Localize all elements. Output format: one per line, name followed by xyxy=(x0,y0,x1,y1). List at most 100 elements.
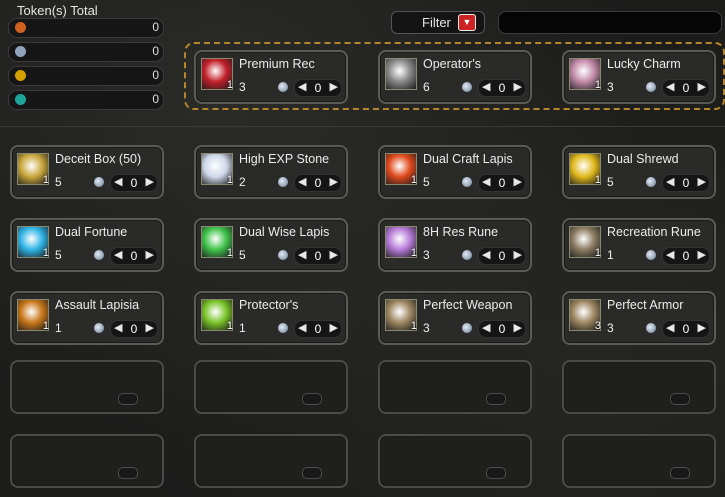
quantity-stepper[interactable]: ◀ 0 ▶ xyxy=(110,247,158,265)
quantity-stepper[interactable]: ◀ 0 ▶ xyxy=(294,79,342,97)
item-stock: 2 xyxy=(239,175,246,189)
filter-button[interactable]: Filter ▼ xyxy=(391,11,485,34)
increase-arrow-icon[interactable]: ▶ xyxy=(698,248,706,261)
icon-quantity: 1 xyxy=(226,247,233,259)
icon-quantity: 1 xyxy=(226,320,233,332)
empty-slot-knob xyxy=(302,393,322,405)
silver-token-icon xyxy=(462,82,472,92)
shop-item-slot[interactable]: 3 Perfect Armor 3 ◀ 0 ▶ xyxy=(562,291,716,345)
icon-quantity: 1 xyxy=(42,247,49,259)
shop-item-slot[interactable]: 1 High EXP Stone 2 ◀ 0 ▶ xyxy=(194,145,348,199)
shop-item-slot[interactable]: 1 Dual Fortune 5 ◀ 0 ▶ xyxy=(10,218,164,272)
quantity-stepper[interactable]: ◀ 0 ▶ xyxy=(294,174,342,192)
empty-item-slot xyxy=(562,434,716,488)
search-input[interactable] xyxy=(498,11,722,34)
green-gem-icon: 1 xyxy=(201,226,233,259)
yellow-gem-icon: 1 xyxy=(569,153,601,186)
shop-item-slot[interactable]: 1 Protector's 1 ◀ 0 ▶ xyxy=(194,291,348,345)
orange-token-icon xyxy=(15,22,26,33)
shop-item-slot[interactable]: 1 Dual Craft Lapis 5 ◀ 0 ▶ xyxy=(378,145,532,199)
shop-item-slot[interactable]: 1 Dual Wise Lapis 5 ◀ 0 ▶ xyxy=(194,218,348,272)
shop-item-slot[interactable]: 1 Assault Lapisia 1 ◀ 0 ▶ xyxy=(10,291,164,345)
token-count: 0 xyxy=(152,20,159,34)
empty-item-slot xyxy=(378,434,532,488)
increase-arrow-icon[interactable]: ▶ xyxy=(146,175,154,188)
token-row-silver: 0 xyxy=(8,42,164,62)
coin-rune-icon: 1 xyxy=(569,226,601,259)
increase-arrow-icon[interactable]: ▶ xyxy=(698,321,706,334)
increase-arrow-icon[interactable]: ▶ xyxy=(330,80,338,93)
item-name: Perfect Weapon xyxy=(423,298,513,312)
filter-dropdown-icon[interactable]: ▼ xyxy=(458,14,476,31)
shop-item-slot[interactable]: 1 Dual Shrewd 5 ◀ 0 ▶ xyxy=(562,145,716,199)
shop-item-slot[interactable]: 1 8H Res Rune 3 ◀ 0 ▶ xyxy=(378,218,532,272)
item-name: High EXP Stone xyxy=(239,152,330,166)
shop-item-slot[interactable]: 1 Deceit Box (50) 5 ◀ 0 ▶ xyxy=(10,145,164,199)
orange-egg-icon: 1 xyxy=(17,299,49,332)
silver-token-icon xyxy=(646,177,656,187)
icon-quantity: 1 xyxy=(42,174,49,186)
empty-item-slot xyxy=(10,434,164,488)
item-name: Recreation Rune xyxy=(607,225,701,239)
increase-arrow-icon[interactable]: ▶ xyxy=(514,321,522,334)
icon-quantity: 1 xyxy=(410,247,417,259)
item-stock: 3 xyxy=(239,80,246,94)
icon-quantity: 1 xyxy=(410,320,417,332)
quantity-stepper[interactable]: ◀ 0 ▶ xyxy=(662,79,710,97)
featured-item-slot[interactable]: Operator's 6 ◀ 0 ▶ xyxy=(378,50,532,104)
icon-quantity: 1 xyxy=(594,247,601,259)
token-row-gold: 0 xyxy=(8,66,164,86)
silver-token-icon xyxy=(462,177,472,187)
treasure-chest-icon: 1 xyxy=(17,153,49,186)
featured-item-slot[interactable]: 1 Lucky Charm 3 ◀ 0 ▶ xyxy=(562,50,716,104)
quantity-stepper[interactable]: ◀ 0 ▶ xyxy=(662,247,710,265)
quantity-stepper[interactable]: ◀ 0 ▶ xyxy=(110,174,158,192)
quantity-stepper[interactable]: ◀ 0 ▶ xyxy=(478,174,526,192)
icon-quantity: 1 xyxy=(410,174,417,186)
purple-rune-icon: 1 xyxy=(385,226,417,259)
increase-arrow-icon[interactable]: ▶ xyxy=(514,248,522,261)
token-count: 0 xyxy=(152,44,159,58)
icon-quantity: 1 xyxy=(226,79,233,91)
increase-arrow-icon[interactable]: ▶ xyxy=(330,248,338,261)
empty-slot-knob xyxy=(486,467,506,479)
token-row-orange: 0 xyxy=(8,18,164,38)
section-divider xyxy=(0,126,725,127)
quantity-stepper[interactable]: ◀ 0 ▶ xyxy=(294,320,342,338)
quantity-stepper[interactable]: ◀ 0 ▶ xyxy=(662,320,710,338)
quantity-stepper[interactable]: ◀ 0 ▶ xyxy=(478,247,526,265)
increase-arrow-icon[interactable]: ▶ xyxy=(330,175,338,188)
increase-arrow-icon[interactable]: ▶ xyxy=(698,175,706,188)
gold-token-icon xyxy=(15,70,26,81)
quantity-stepper[interactable]: ◀ 0 ▶ xyxy=(110,320,158,338)
crossed-swords-icon: 1 xyxy=(385,299,417,332)
featured-item-slot[interactable]: 1 Premium Rec 3 ◀ 0 ▶ xyxy=(194,50,348,104)
quantity-stepper[interactable]: ◀ 0 ▶ xyxy=(662,174,710,192)
item-name: Perfect Armor xyxy=(607,298,684,312)
quantity-stepper[interactable]: ◀ 0 ▶ xyxy=(478,320,526,338)
empty-slot-knob xyxy=(302,467,322,479)
increase-arrow-icon[interactable]: ▶ xyxy=(330,321,338,334)
increase-arrow-icon[interactable]: ▶ xyxy=(514,175,522,188)
item-stock: 3 xyxy=(423,321,430,335)
shop-item-slot[interactable]: 1 Perfect Weapon 3 ◀ 0 ▶ xyxy=(378,291,532,345)
item-stock: 1 xyxy=(607,248,614,262)
empty-slot-knob xyxy=(670,467,690,479)
item-stock: 5 xyxy=(55,175,62,189)
silver-token-icon xyxy=(278,82,288,92)
increase-arrow-icon[interactable]: ▶ xyxy=(514,80,522,93)
increase-arrow-icon[interactable]: ▶ xyxy=(146,321,154,334)
item-name: Dual Shrewd xyxy=(607,152,679,166)
icon-quantity: 3 xyxy=(594,320,601,332)
icon-quantity: 1 xyxy=(42,320,49,332)
icon-quantity: 1 xyxy=(226,174,233,186)
quantity-stepper[interactable]: ◀ 0 ▶ xyxy=(478,79,526,97)
quantity-stepper[interactable]: ◀ 0 ▶ xyxy=(294,247,342,265)
silver-token-icon xyxy=(278,177,288,187)
item-name: Assault Lapisia xyxy=(55,298,140,312)
increase-arrow-icon[interactable]: ▶ xyxy=(146,248,154,261)
item-name: Lucky Charm xyxy=(607,57,681,71)
increase-arrow-icon[interactable]: ▶ xyxy=(698,80,706,93)
empty-slot-knob xyxy=(118,467,138,479)
shop-item-slot[interactable]: 1 Recreation Rune 1 ◀ 0 ▶ xyxy=(562,218,716,272)
